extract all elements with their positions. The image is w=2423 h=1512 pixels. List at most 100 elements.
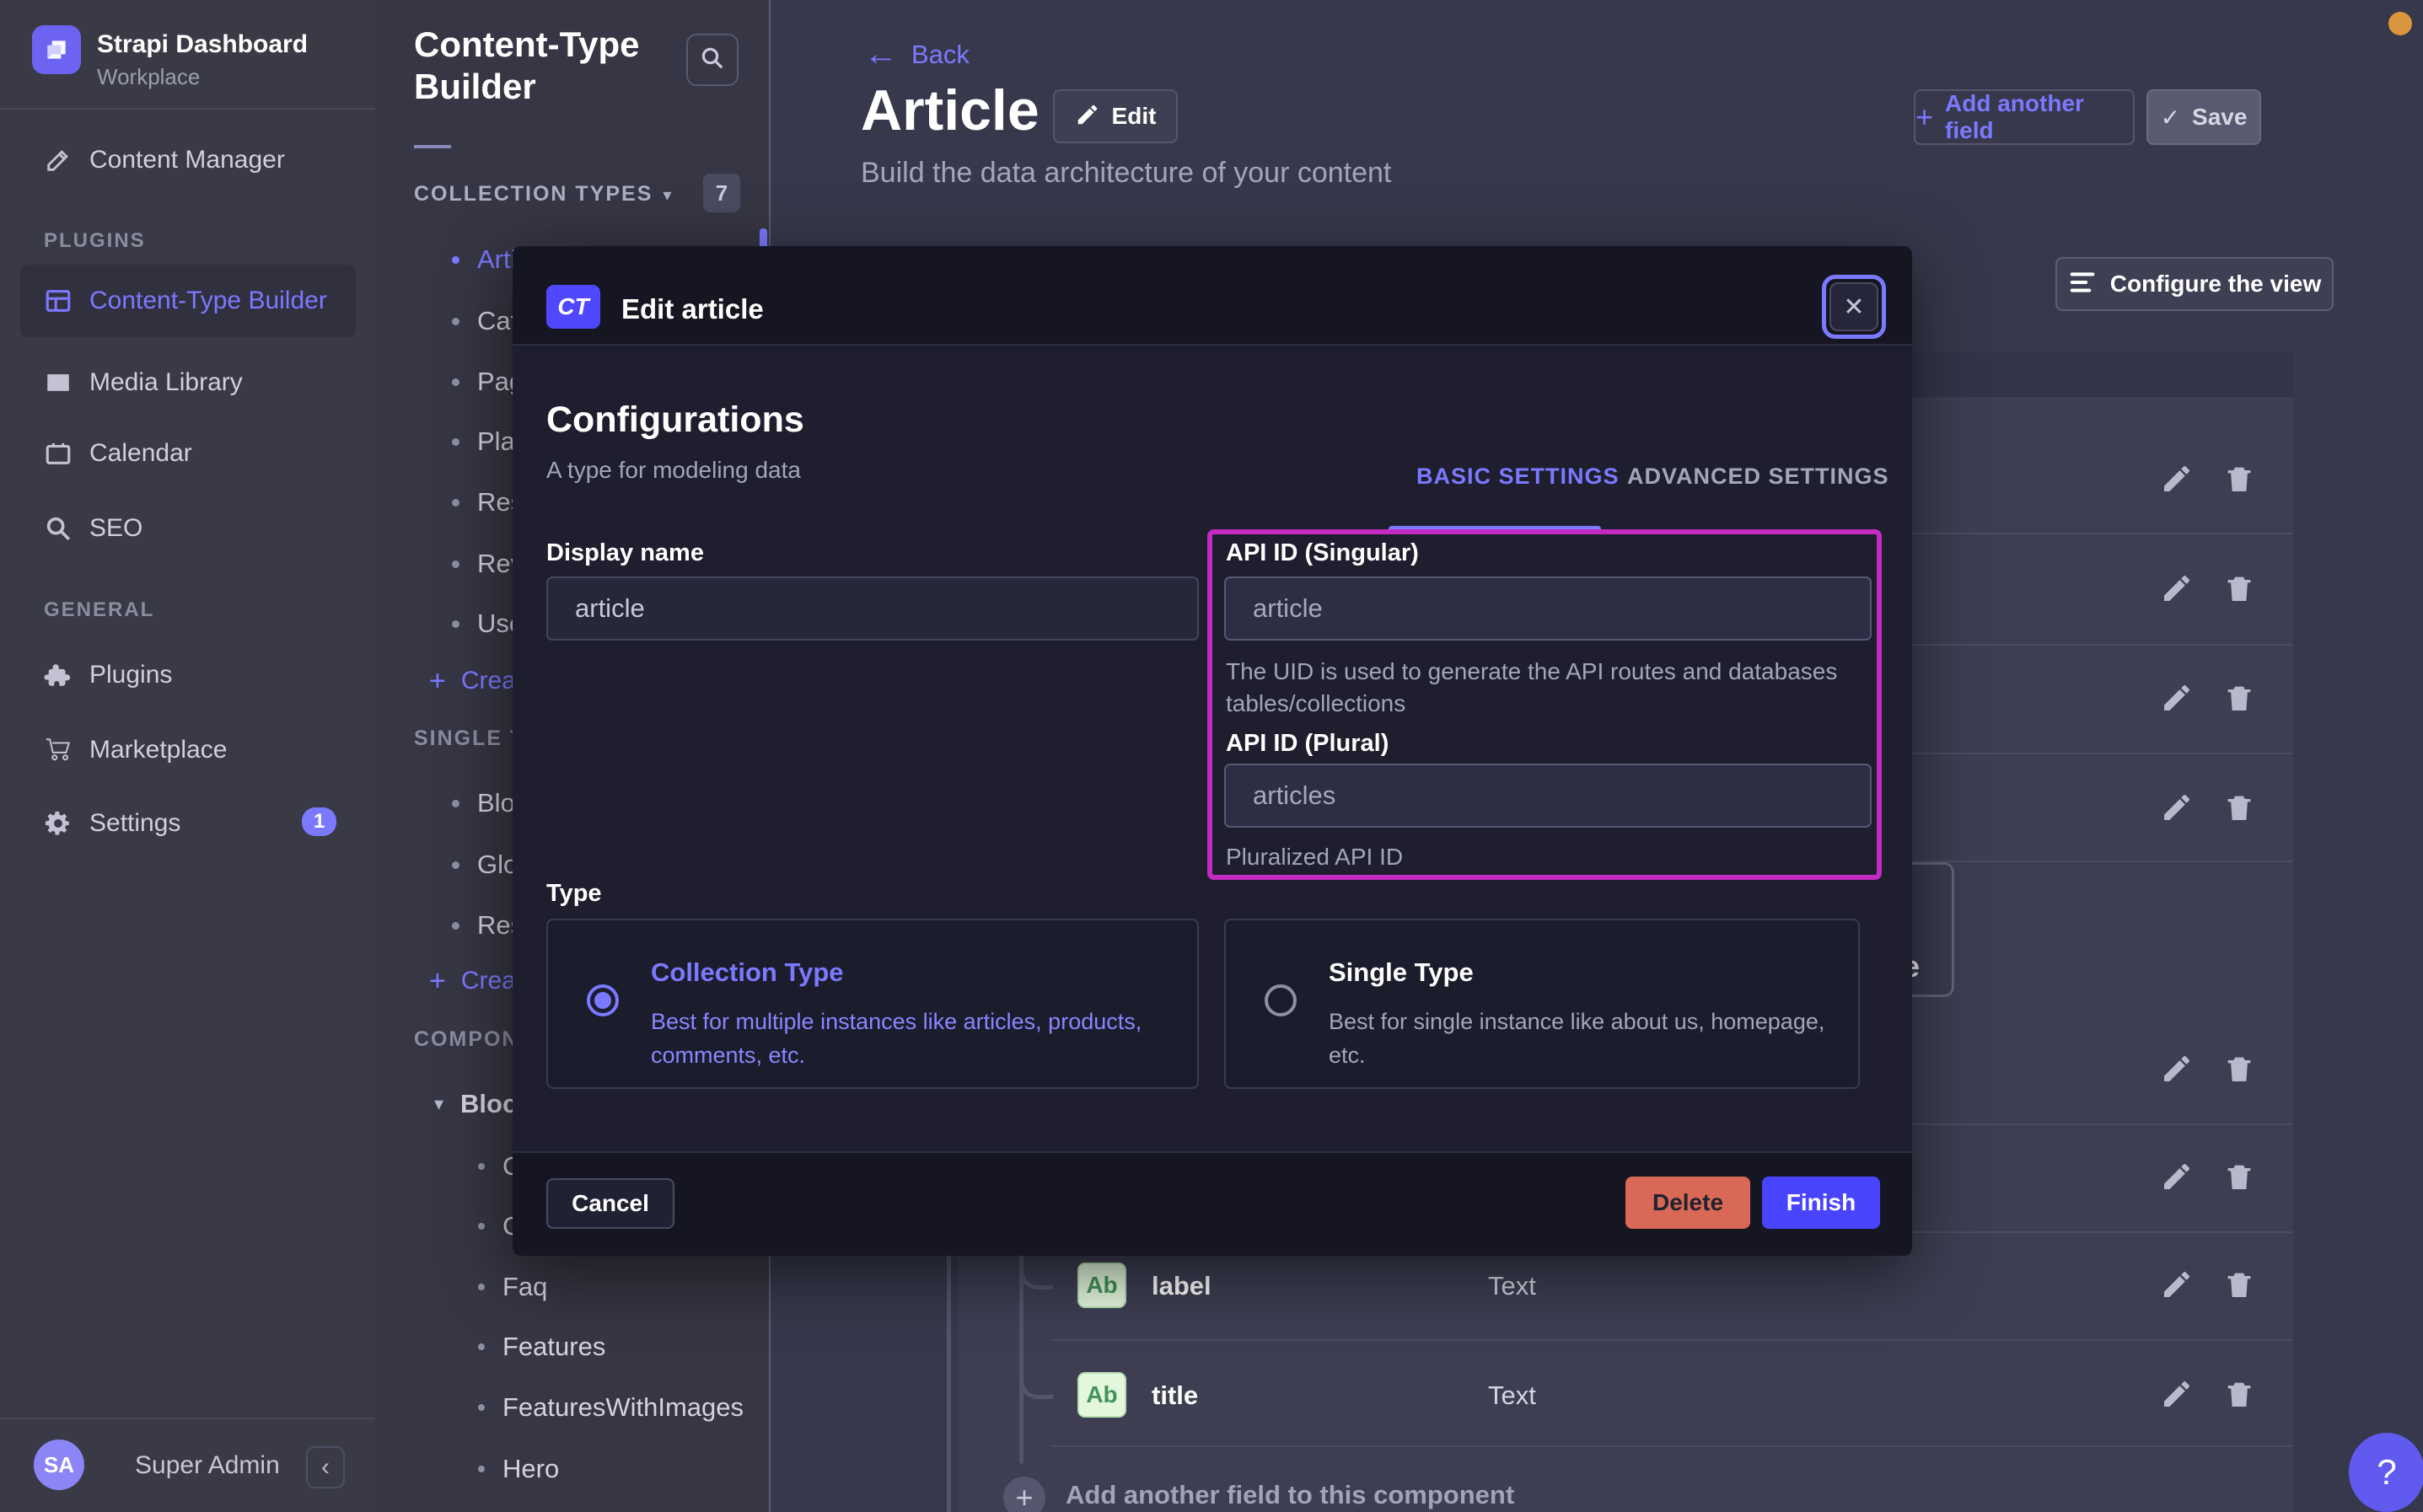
delete-trash-icon[interactable] bbox=[2222, 1052, 2256, 1090]
calendar-icon bbox=[44, 439, 73, 468]
radio-selected-icon[interactable] bbox=[587, 984, 619, 1016]
api-id-singular-input[interactable]: article bbox=[1224, 576, 1872, 641]
display-name-label: Display name bbox=[546, 539, 704, 567]
bullet-icon bbox=[478, 1466, 485, 1472]
search-button[interactable] bbox=[686, 34, 739, 86]
delete-trash-icon[interactable] bbox=[2222, 571, 2256, 609]
bullet-icon bbox=[452, 318, 459, 325]
configurations-title: Configurations bbox=[546, 399, 804, 441]
row-actions bbox=[2160, 462, 2256, 500]
edit-pencil-icon[interactable] bbox=[2160, 1160, 2194, 1198]
recording-indicator-dot bbox=[2388, 12, 2412, 35]
bullet-icon bbox=[452, 922, 459, 930]
bullet-icon bbox=[452, 438, 459, 446]
component-item-label: Hero bbox=[502, 1454, 559, 1484]
edit-pencil-icon[interactable] bbox=[2160, 681, 2194, 719]
edit-pencil-icon[interactable] bbox=[2160, 1377, 2194, 1415]
bullet-icon bbox=[452, 861, 459, 869]
row-actions bbox=[2160, 1268, 2256, 1306]
collection-type-title: Collection Type bbox=[651, 957, 844, 988]
configurations-subtitle: A type for modeling data bbox=[546, 457, 801, 484]
tab-advanced-settings[interactable]: ADVANCED SETTINGS bbox=[1627, 464, 1889, 490]
edit-button[interactable]: Edit bbox=[1053, 89, 1178, 143]
row-actions bbox=[2160, 1052, 2256, 1090]
tab-basic-settings[interactable]: BASIC SETTINGS bbox=[1416, 464, 1620, 490]
chevron-down-icon: ▾ bbox=[663, 186, 673, 205]
app-name: Strapi Dashboard bbox=[97, 30, 308, 59]
edit-pencil-icon[interactable] bbox=[2160, 1268, 2194, 1306]
sidebar-item-media-library[interactable]: Media Library bbox=[0, 353, 375, 412]
user-avatar[interactable]: SA bbox=[34, 1440, 84, 1490]
component-item[interactable]: Features bbox=[375, 1323, 771, 1370]
delete-trash-icon[interactable] bbox=[2222, 1377, 2256, 1415]
sidebar-item-calendar[interactable]: Calendar bbox=[0, 424, 375, 483]
delete-button[interactable]: Delete bbox=[1625, 1177, 1750, 1229]
add-field-plus-icon[interactable]: + bbox=[1003, 1477, 1045, 1512]
edit-pencil-icon[interactable] bbox=[2160, 571, 2194, 609]
delete-trash-icon[interactable] bbox=[2222, 462, 2256, 500]
sidebar-item-content-manager[interactable]: Content Manager bbox=[0, 131, 375, 190]
row-separator bbox=[1051, 1339, 2293, 1341]
sidebar-item-label: Marketplace bbox=[89, 736, 227, 764]
edit-pencil-icon[interactable] bbox=[2160, 462, 2194, 500]
modal-footer: Cancel Delete Finish bbox=[513, 1151, 1912, 1256]
api-id-singular-helper: The UID is used to generate the API rout… bbox=[1226, 656, 1867, 720]
display-name-input[interactable]: article bbox=[546, 576, 1199, 641]
sidebar-item-marketplace[interactable]: Marketplace bbox=[0, 721, 375, 780]
save-button-label: Save bbox=[2192, 104, 2247, 131]
delete-trash-icon[interactable] bbox=[2222, 1160, 2256, 1198]
edit-button-label: Edit bbox=[1112, 103, 1157, 130]
sidebar-item-content-type-builder[interactable]: Content-Type Builder bbox=[20, 265, 356, 337]
page-title: Article bbox=[861, 78, 1040, 143]
bullet-icon bbox=[478, 1404, 485, 1411]
radio-unselected-icon[interactable] bbox=[1265, 984, 1297, 1016]
active-tab-underline bbox=[1389, 526, 1601, 532]
save-button[interactable]: ✓ Save bbox=[2146, 89, 2261, 145]
collapse-sidebar-button[interactable]: ‹ bbox=[306, 1446, 345, 1488]
bullet-icon bbox=[452, 499, 459, 507]
divider bbox=[0, 1418, 375, 1419]
bullet-icon bbox=[452, 560, 459, 568]
bullet-icon bbox=[452, 620, 459, 628]
edit-pencil-icon[interactable] bbox=[2160, 791, 2194, 828]
list-settings-icon bbox=[2068, 270, 2097, 299]
workspace-label: Workplace bbox=[97, 64, 200, 90]
back-link[interactable]: ← Back bbox=[864, 35, 970, 73]
sidebar-item-label: Plugins bbox=[89, 661, 172, 689]
add-another-field-button[interactable]: + Add another field bbox=[1914, 89, 2135, 145]
modal-close-button[interactable]: ✕ bbox=[1822, 275, 1886, 339]
strapi-logo-icon[interactable] bbox=[32, 25, 81, 74]
sidebar-item-seo[interactable]: SEO bbox=[0, 499, 375, 558]
delete-trash-icon[interactable] bbox=[2222, 791, 2256, 828]
collection-types-header[interactable]: COLLECTION TYPES▾ bbox=[414, 182, 673, 206]
row-actions bbox=[2160, 681, 2256, 719]
sidebar-item-label: Content-Type Builder bbox=[89, 287, 327, 315]
cancel-button[interactable]: Cancel bbox=[546, 1178, 674, 1229]
page-subtitle: Build the data architecture of your cont… bbox=[861, 157, 1391, 190]
type-label: Type bbox=[546, 880, 602, 908]
sidebar-item-plugins[interactable]: Plugins bbox=[0, 646, 375, 705]
single-type-option[interactable]: Single Type Best for single instance lik… bbox=[1224, 919, 1860, 1089]
edit-pencil-icon[interactable] bbox=[2160, 1052, 2194, 1090]
add-field-to-component-link[interactable]: Add another field to this component bbox=[1066, 1480, 1514, 1510]
single-type-description: Best for single instance like about us, … bbox=[1329, 1005, 1835, 1072]
field-type: Text bbox=[1488, 1271, 1536, 1301]
finish-button[interactable]: Finish bbox=[1762, 1177, 1880, 1229]
collection-type-option[interactable]: Collection Type Best for multiple instan… bbox=[546, 919, 1199, 1089]
sidebar-section-plugins: PLUGINS bbox=[44, 229, 146, 253]
component-item[interactable]: Hero bbox=[375, 1445, 771, 1493]
image-icon bbox=[44, 368, 73, 397]
help-button[interactable]: ? bbox=[2349, 1433, 2423, 1512]
modal-title: Edit article bbox=[621, 293, 764, 325]
configure-view-button[interactable]: Configure the view bbox=[2055, 257, 2334, 311]
check-icon: ✓ bbox=[2161, 104, 2180, 131]
row-separator bbox=[1051, 1445, 2293, 1447]
delete-trash-icon[interactable] bbox=[2222, 1268, 2256, 1306]
api-id-plural-input[interactable]: articles bbox=[1224, 764, 1872, 828]
component-item[interactable]: Faq bbox=[375, 1263, 771, 1311]
chevron-down-icon: ▾ bbox=[434, 1093, 443, 1115]
delete-trash-icon[interactable] bbox=[2222, 681, 2256, 719]
component-item[interactable]: FeaturesWithImages bbox=[375, 1384, 771, 1431]
bullet-icon bbox=[478, 1163, 485, 1170]
close-icon: ✕ bbox=[1829, 282, 1878, 331]
